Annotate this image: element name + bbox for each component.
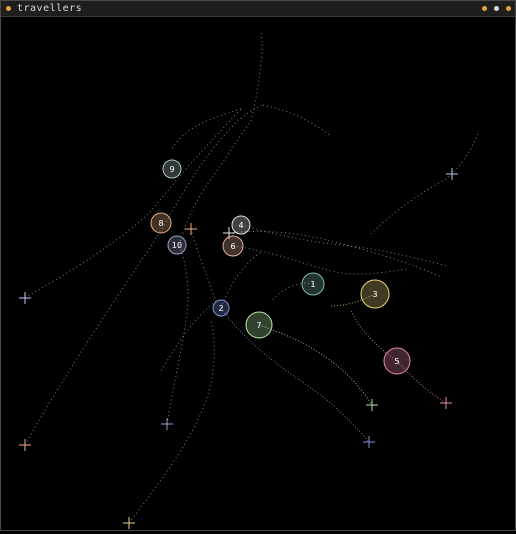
trail-path — [220, 250, 264, 309]
traveller-label: 2 — [218, 304, 223, 313]
destination-cross-icon — [363, 436, 375, 448]
trail-path — [170, 108, 242, 152]
destination-cross-icon — [161, 418, 173, 430]
destination-cross-icon — [19, 292, 31, 304]
traveller-label: 7 — [256, 321, 261, 330]
traveller-node[interactable]: 2 — [212, 299, 230, 317]
destination-cross-icon — [185, 223, 197, 235]
traveller-label: 4 — [238, 221, 243, 230]
window-title: travellers — [17, 3, 83, 14]
traveller-label: 6 — [230, 242, 235, 251]
traveller-label: 10 — [172, 241, 182, 250]
traveller-label: 9 — [169, 165, 174, 174]
simulation-canvas[interactable]: 1 2 3 4 5 6 7 8 9 10 — [1, 17, 515, 530]
scene-svg: 1 2 3 4 5 6 7 8 9 10 — [19, 32, 480, 529]
travellers-window: travellers 1 2 3 4 5 6 7 8 9 10 — [0, 0, 516, 531]
destination-cross-icon — [19, 439, 31, 451]
trail-path — [250, 32, 263, 122]
app-dot-icon — [6, 6, 11, 11]
traveller-node[interactable]: 3 — [360, 279, 390, 309]
traveller-node[interactable]: 6 — [222, 235, 244, 257]
trail-path — [190, 228, 217, 302]
traveller-node[interactable]: 10 — [167, 235, 187, 255]
traveller-node[interactable]: 4 — [231, 215, 251, 235]
trail-path — [24, 104, 264, 446]
destination-cross-icon — [123, 517, 135, 529]
destination-cross-icon — [366, 399, 378, 411]
trail-path — [228, 230, 442, 278]
traveller-node[interactable]: 7 — [245, 311, 273, 339]
traveller-node[interactable]: 1 — [301, 272, 325, 296]
destination-cross-icon — [440, 397, 452, 409]
traveller-label: 3 — [372, 290, 377, 299]
traveller-label: 1 — [310, 280, 315, 289]
trail-path — [232, 245, 407, 275]
trail-path — [240, 224, 448, 267]
trail-path — [160, 300, 217, 372]
trail-path — [370, 130, 480, 235]
traveller-node[interactable]: 5 — [383, 347, 411, 375]
trail-path — [166, 244, 189, 425]
traveller-node[interactable]: 9 — [162, 159, 182, 179]
trail-path — [262, 104, 332, 137]
trail-path — [24, 108, 242, 299]
traveller-trail — [258, 324, 373, 406]
close-button[interactable] — [506, 6, 511, 11]
traveller-node[interactable]: 8 — [150, 212, 172, 234]
title-bar[interactable]: travellers — [1, 1, 515, 17]
traveller-label: 5 — [394, 357, 399, 366]
traveller-label: 8 — [158, 219, 163, 228]
trail-path — [128, 320, 215, 524]
minimize-button[interactable] — [482, 6, 487, 11]
traveller-trail — [220, 307, 370, 443]
destination-cross-icon — [446, 168, 458, 180]
maximize-button[interactable] — [494, 6, 499, 11]
